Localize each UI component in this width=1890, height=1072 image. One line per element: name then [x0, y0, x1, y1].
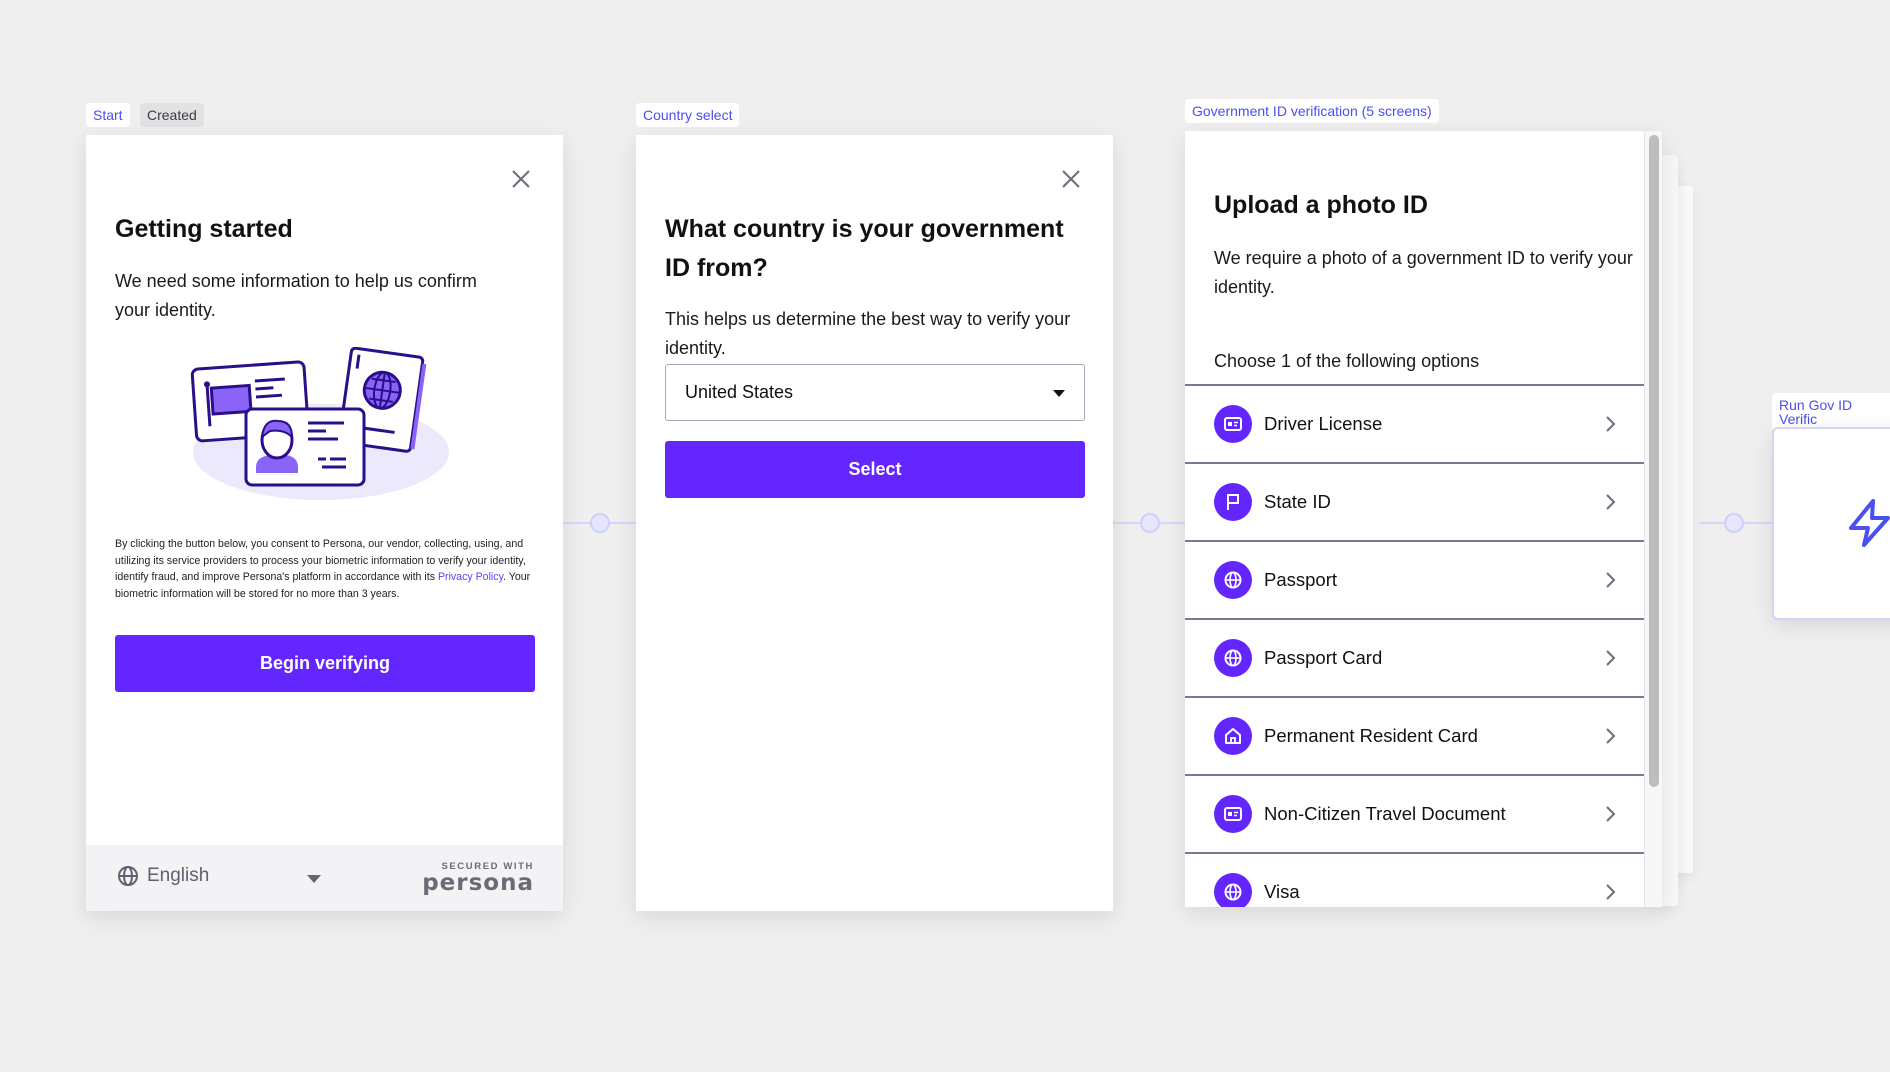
options-heading: Choose 1 of the following options	[1214, 351, 1480, 371]
id-cards-illustration	[190, 347, 449, 500]
screen-card-country-select[interactable]: What country is your government ID from?…	[636, 135, 1113, 911]
id-card-icon	[1214, 405, 1252, 443]
connector-node[interactable]	[1140, 513, 1160, 533]
chevron-right-icon	[1606, 650, 1616, 666]
id-option-passport-card[interactable]: Passport Card	[1185, 620, 1645, 698]
chevron-right-icon	[1606, 416, 1616, 432]
globe-icon	[118, 866, 138, 886]
node-tag-start[interactable]: Start	[86, 103, 130, 127]
option-label: Non-Citizen Travel Document	[1264, 803, 1506, 824]
option-label: Passport	[1264, 569, 1338, 590]
select-button[interactable]: Select	[665, 441, 1085, 498]
lightning-icon	[1849, 499, 1890, 547]
language-select[interactable]: English	[117, 865, 209, 887]
id-option-visa[interactable]: Visa	[1185, 854, 1645, 907]
globe-icon	[1214, 873, 1252, 907]
id-option-driver-license[interactable]: Driver License	[1185, 386, 1645, 464]
privacy-policy-link[interactable]: Privacy Policy	[438, 571, 503, 583]
close-icon[interactable]	[1060, 168, 1082, 190]
globe-icon	[1214, 639, 1252, 677]
node-tag-run-gov-id-verification[interactable]: Run Gov ID Verific	[1772, 393, 1890, 431]
screen-footer: English SECURED WITH persona	[86, 845, 563, 911]
id-option-passport[interactable]: Passport	[1185, 542, 1645, 620]
language-label: English	[147, 865, 210, 886]
status-badge: Created	[140, 103, 204, 127]
connector-node[interactable]	[590, 513, 610, 533]
screen-title: What country is your government ID from?	[665, 215, 1064, 282]
chevron-right-icon	[1606, 572, 1616, 588]
id-option-non-citizen-travel-document[interactable]: Non-Citizen Travel Document	[1185, 776, 1645, 854]
secured-with-persona-logo: SECURED WITH persona	[422, 861, 534, 896]
begin-verifying-button[interactable]: Begin verifying	[115, 635, 535, 692]
id-option-permanent-resident-card[interactable]: Permanent Resident Card	[1185, 698, 1645, 776]
chevron-right-icon	[1606, 884, 1616, 900]
screen-body: We need some information to help us conf…	[115, 271, 477, 320]
country-select-value: United States	[685, 382, 794, 402]
globe-icon	[1214, 561, 1252, 599]
node-tag-label: Government ID verification	[1192, 103, 1358, 119]
id-card-icon	[1214, 795, 1252, 833]
option-label: Driver License	[1264, 413, 1383, 434]
node-tag-count: (5 screens)	[1361, 103, 1432, 119]
action-node-card[interactable]	[1772, 427, 1890, 620]
screen-title: Upload a photo ID	[1214, 191, 1428, 219]
connector-node[interactable]	[1724, 513, 1744, 533]
consent-text: By clicking the button below, you consen…	[115, 536, 535, 602]
option-label: State ID	[1264, 491, 1331, 512]
chevron-down-icon[interactable]	[307, 875, 321, 883]
id-option-state-id[interactable]: State ID	[1185, 464, 1645, 542]
screen-card-getting-started[interactable]: Getting started We need some information…	[86, 135, 563, 911]
id-type-list: Driver License State ID Passport Passpor…	[1185, 384, 1645, 907]
chevron-right-icon	[1606, 728, 1616, 744]
chevron-right-icon	[1606, 806, 1616, 822]
scrollbar-thumb[interactable]	[1649, 135, 1659, 787]
flag-icon	[1214, 483, 1252, 521]
node-tag-country-select[interactable]: Country select	[636, 103, 740, 127]
screen-title: Getting started	[115, 215, 293, 243]
persona-wordmark: persona	[422, 870, 534, 896]
screen-body: This helps us determine the best way to …	[665, 309, 1071, 358]
option-label: Permanent Resident Card	[1264, 725, 1478, 746]
node-tag-government-id[interactable]: Government ID verification (5 screens)	[1185, 99, 1439, 123]
screen-body: We require a photo of a government ID to…	[1214, 248, 1633, 297]
chevron-right-icon	[1606, 494, 1616, 510]
option-label: Passport Card	[1264, 647, 1383, 668]
country-select[interactable]: United States	[665, 364, 1085, 421]
close-icon[interactable]	[510, 168, 532, 190]
home-icon	[1214, 717, 1252, 755]
screen-card-upload-photo-id[interactable]: Upload a photo ID We require a photo of …	[1185, 131, 1662, 907]
chevron-down-icon	[1053, 390, 1065, 397]
option-label: Visa	[1264, 881, 1300, 902]
